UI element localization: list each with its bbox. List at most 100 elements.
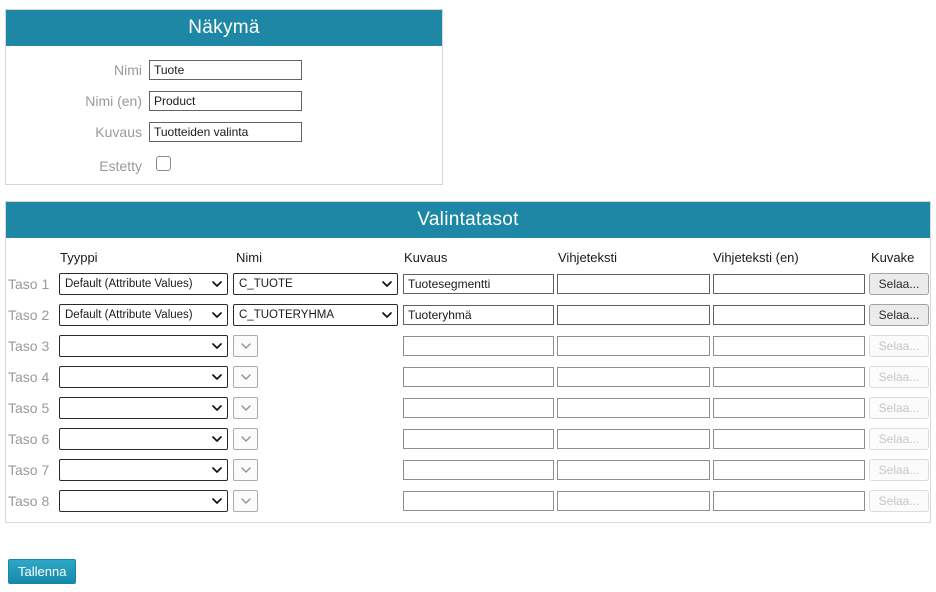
chevron-down-icon	[241, 498, 251, 504]
browse-button: Selaa...	[869, 459, 929, 481]
valintatasot-panel-title: Valintatasot	[417, 209, 518, 231]
nimi-select-disabled	[233, 366, 258, 388]
nimi-select-disabled	[233, 459, 258, 481]
tyyppi-select[interactable]: Default (Attribute Values)	[59, 304, 228, 326]
table-row: Taso 4 Selaa...	[6, 366, 930, 388]
vihjeteksti-en-cell-input	[713, 429, 865, 449]
row-label: Taso 5	[8, 400, 49, 416]
nimi-input[interactable]	[149, 60, 302, 80]
vihjeteksti-cell-input[interactable]	[557, 305, 710, 325]
vihjeteksti-cell-input	[557, 367, 710, 387]
kuvaus-cell-input	[403, 398, 554, 418]
vihjeteksti-cell-input	[557, 429, 710, 449]
chevron-down-icon	[212, 374, 222, 380]
tyyppi-select[interactable]	[59, 490, 228, 512]
row-label: Taso 7	[8, 462, 49, 478]
nimi-select[interactable]: C_TUOTERYHMA	[233, 304, 398, 326]
tyyppi-select[interactable]	[59, 459, 228, 481]
estetty-label: Estetty	[6, 156, 142, 176]
tyyppi-select-value: Default (Attribute Values)	[65, 278, 208, 290]
browse-button[interactable]: Selaa...	[869, 304, 929, 326]
vihjeteksti-cell-input	[557, 460, 710, 480]
kuvaus-cell-input	[403, 429, 554, 449]
chevron-down-icon	[241, 436, 251, 442]
valintatasot-panel: Valintatasot Tyyppi Nimi Kuvaus Vihjetek…	[5, 201, 931, 523]
row-label: Taso 2	[8, 307, 49, 323]
nimi-en-input[interactable]	[149, 91, 302, 111]
nimi-select-disabled	[233, 397, 258, 419]
table-row: Taso 2 Default (Attribute Values) C_TUOT…	[6, 304, 930, 326]
tyyppi-select-value: Default (Attribute Values)	[65, 309, 208, 321]
chevron-down-icon	[241, 467, 251, 473]
kuvaus-label: Kuvaus	[6, 122, 142, 142]
vihjeteksti-en-cell-input	[713, 460, 865, 480]
nimi-select-value: C_TUOTE	[239, 278, 378, 290]
vihjeteksti-en-cell-input	[713, 367, 865, 387]
vihjeteksti-en-cell-input[interactable]	[713, 274, 865, 294]
vihjeteksti-cell-input	[557, 336, 710, 356]
tyyppi-select[interactable]	[59, 397, 228, 419]
browse-button: Selaa...	[869, 366, 929, 388]
field-row-estetty: Estetty	[6, 154, 442, 174]
table-row: Taso 8 Selaa...	[6, 490, 930, 512]
tyyppi-select[interactable]	[59, 428, 228, 450]
tyyppi-select[interactable]	[59, 366, 228, 388]
chevron-down-icon	[241, 343, 251, 349]
chevron-down-icon	[241, 374, 251, 380]
column-header-tyyppi: Tyyppi	[60, 250, 98, 265]
column-header-vihjeteksti: Vihjeteksti	[558, 250, 617, 265]
row-label: Taso 8	[8, 493, 49, 509]
nakyma-panel-title: Näkymä	[188, 17, 259, 39]
kuvaus-cell-input[interactable]	[403, 274, 554, 294]
vihjeteksti-en-cell-input	[713, 491, 865, 511]
nimi-select-disabled	[233, 335, 258, 357]
chevron-down-icon	[212, 343, 222, 349]
nakyma-panel-header: Näkymä	[6, 10, 442, 46]
chevron-down-icon	[212, 467, 222, 473]
row-label: Taso 1	[8, 276, 49, 292]
table-row: Taso 1 Default (Attribute Values) C_TUOT…	[6, 273, 930, 295]
chevron-down-icon	[212, 405, 222, 411]
nimi-select-disabled	[233, 428, 258, 450]
table-row: Taso 7 Selaa...	[6, 459, 930, 481]
nimi-label: Nimi	[6, 60, 142, 80]
kuvaus-cell-input[interactable]	[403, 305, 554, 325]
chevron-down-icon	[212, 436, 222, 442]
browse-button: Selaa...	[869, 397, 929, 419]
field-row-kuvaus: Kuvaus	[6, 122, 442, 142]
chevron-down-icon	[382, 281, 392, 287]
tyyppi-select[interactable]: Default (Attribute Values)	[59, 273, 228, 295]
column-header-nimi: Nimi	[236, 250, 262, 265]
kuvaus-cell-input	[403, 460, 554, 480]
estetty-checkbox[interactable]	[156, 156, 171, 171]
kuvaus-cell-input	[403, 491, 554, 511]
chevron-down-icon	[212, 281, 222, 287]
vihjeteksti-cell-input	[557, 491, 710, 511]
chevron-down-icon	[212, 498, 222, 504]
browse-button: Selaa...	[869, 335, 929, 357]
field-row-nimi: Nimi	[6, 60, 442, 80]
vihjeteksti-cell-input[interactable]	[557, 274, 710, 294]
browse-button[interactable]: Selaa...	[869, 273, 929, 295]
table-row: Taso 3 Selaa...	[6, 335, 930, 357]
row-label: Taso 4	[8, 369, 49, 385]
column-header-kuvaus: Kuvaus	[404, 250, 447, 265]
vihjeteksti-en-cell-input	[713, 336, 865, 356]
table-row: Taso 5 Selaa...	[6, 397, 930, 419]
nimi-select-value: C_TUOTERYHMA	[239, 309, 378, 321]
vihjeteksti-en-cell-input[interactable]	[713, 305, 865, 325]
vihjeteksti-cell-input	[557, 398, 710, 418]
row-label: Taso 6	[8, 431, 49, 447]
nimi-select[interactable]: C_TUOTE	[233, 273, 398, 295]
column-header-vihjeteksti-en: Vihjeteksti (en)	[713, 250, 799, 265]
column-header-kuvake: Kuvake	[871, 250, 914, 265]
table-row: Taso 6 Selaa...	[6, 428, 930, 450]
row-label: Taso 3	[8, 338, 49, 354]
save-button[interactable]: Tallenna	[8, 559, 76, 584]
kuvaus-input[interactable]	[149, 122, 302, 142]
tyyppi-select[interactable]	[59, 335, 228, 357]
vihjeteksti-en-cell-input	[713, 398, 865, 418]
valintatasot-panel-header: Valintatasot	[6, 202, 930, 238]
chevron-down-icon	[241, 405, 251, 411]
browse-button: Selaa...	[869, 490, 929, 512]
